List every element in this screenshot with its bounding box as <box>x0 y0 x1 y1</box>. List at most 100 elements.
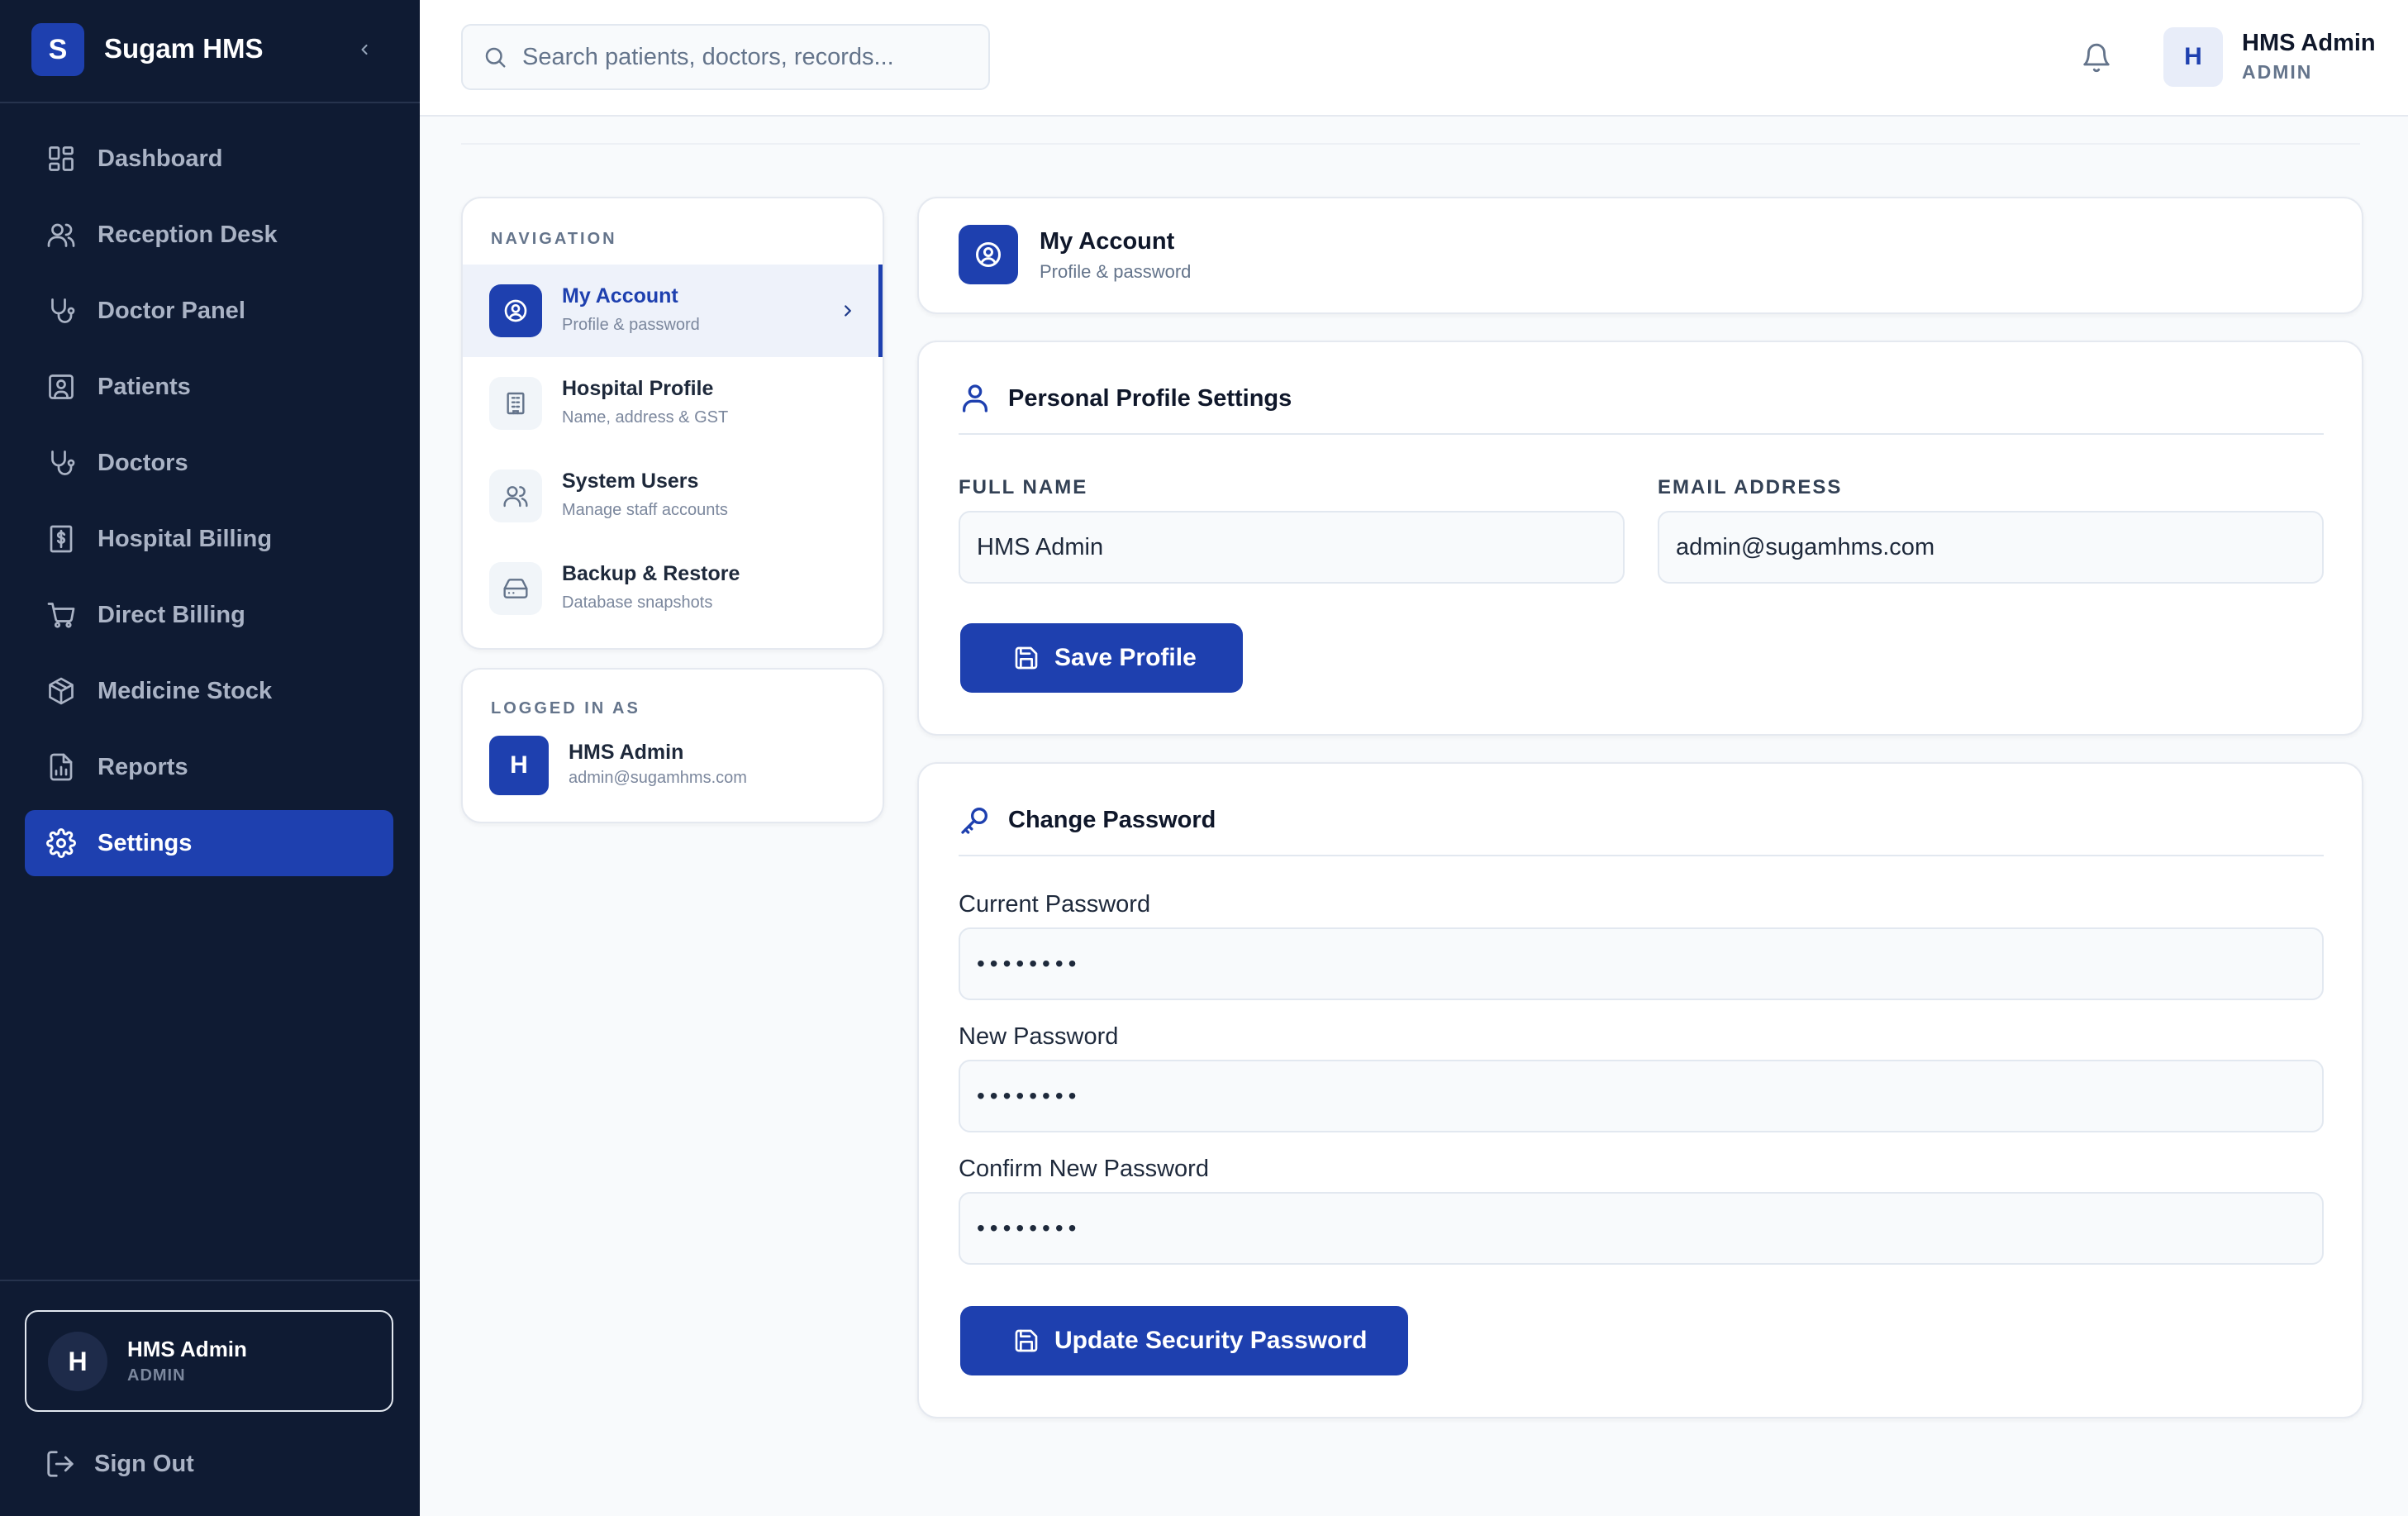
email-address-label: EMAIL ADDRESS <box>1658 476 1843 498</box>
brand-header: S Sugam HMS <box>0 0 420 103</box>
logged-in-email: admin@sugamhms.com <box>569 769 747 787</box>
receipt-icon <box>45 522 78 555</box>
full-name-field[interactable] <box>959 511 1625 584</box>
sidebar-item-label: Doctors <box>98 449 188 476</box>
patient-icon <box>45 370 78 403</box>
settings-nav-subtitle: Manage staff accounts <box>562 501 728 519</box>
user-circle-icon <box>959 225 1018 284</box>
sidebar-item-patients[interactable]: Patients <box>25 354 393 420</box>
email-field[interactable] <box>1658 511 2324 584</box>
brand-logo: S <box>31 23 84 76</box>
sidebar-item-label: Patients <box>98 373 191 400</box>
settings-nav-section-label: NAVIGATION <box>491 230 617 248</box>
hard-drive-icon <box>489 562 542 615</box>
settings-nav-title: Hospital Profile <box>562 377 714 400</box>
logged-in-name: HMS Admin <box>569 741 684 764</box>
user-icon <box>963 384 987 412</box>
sidebar-user-name: HMS Admin <box>127 1337 247 1361</box>
settings-nav-hospital-profile[interactable]: Hospital Profile Name, address & GST <box>463 357 883 450</box>
settings-nav-subtitle: Profile & password <box>562 316 700 334</box>
divider <box>959 433 2324 435</box>
sidebar-item-direct-billing[interactable]: Direct Billing <box>25 582 393 648</box>
building-icon <box>489 377 542 430</box>
change-password-card: Change Password Current Password New Pas… <box>917 762 2363 1418</box>
sidebar-user-card[interactable]: H HMS Admin ADMIN <box>25 1310 393 1412</box>
profile-settings-card: Personal Profile Settings FULL NAME EMAI… <box>917 341 2363 736</box>
search-icon <box>485 47 506 68</box>
sidebar-item-label: Medicine Stock <box>98 677 273 704</box>
bell-icon <box>2083 43 2110 73</box>
sidebar-user-role: ADMIN <box>127 1366 186 1385</box>
sidebar-item-reception-desk[interactable]: Reception Desk <box>25 202 393 268</box>
current-password-field[interactable] <box>959 927 2324 1000</box>
sidebar-item-label: Direct Billing <box>98 601 245 628</box>
chevron-right-icon <box>833 296 863 326</box>
report-icon <box>45 751 78 784</box>
sign-out-label: Sign Out <box>94 1450 194 1477</box>
avatar: H <box>48 1332 107 1391</box>
search-input[interactable] <box>522 43 985 71</box>
settings-nav-title: Backup & Restore <box>562 562 740 585</box>
brand-name: Sugam HMS <box>104 33 264 64</box>
stethoscope-icon <box>45 294 78 327</box>
cart-icon <box>45 598 78 632</box>
sidebar-item-label: Dashboard <box>98 145 223 172</box>
page-subtitle: Profile & password <box>1040 261 1192 282</box>
avatar[interactable]: H <box>2163 27 2223 87</box>
log-out-icon <box>47 1451 74 1477</box>
notifications-button[interactable] <box>2077 38 2116 78</box>
sidebar-item-label: Reception Desk <box>98 221 278 248</box>
gear-icon <box>45 827 78 860</box>
sidebar-item-label: Settings <box>98 829 193 856</box>
sidebar: S Sugam HMS Dashboard Reception Desk Doc… <box>0 0 420 1516</box>
account-header-card: My Account Profile & password <box>917 197 2363 314</box>
users-icon <box>489 470 542 522</box>
sidebar-item-doctor-panel[interactable]: Doctor Panel <box>25 278 393 344</box>
logged-in-label: LOGGED IN AS <box>491 699 640 717</box>
password-card-header: Change Password <box>959 803 1216 837</box>
sidebar-item-settings[interactable]: Settings <box>25 810 393 876</box>
full-name-label: FULL NAME <box>959 476 1088 498</box>
settings-nav-title: My Account <box>562 284 678 307</box>
confirm-password-label: Confirm New Password <box>959 1156 1209 1182</box>
update-password-label: Update Security Password <box>1054 1327 1368 1354</box>
settings-nav-system-users[interactable]: System Users Manage staff accounts <box>463 450 883 542</box>
topbar-user-role: ADMIN <box>2242 61 2313 83</box>
settings-nav-backup-restore[interactable]: Backup & Restore Database snapshots <box>463 542 883 635</box>
sidebar-item-label: Hospital Billing <box>98 525 273 552</box>
save-profile-label: Save Profile <box>1054 644 1197 671</box>
sidebar-item-reports[interactable]: Reports <box>25 734 393 800</box>
divider <box>959 855 2324 856</box>
settings-nav-subtitle: Database snapshots <box>562 594 713 612</box>
update-password-button[interactable]: Update Security Password <box>960 1306 1408 1375</box>
key-icon <box>961 808 987 834</box>
logged-in-card: LOGGED IN AS H HMS Admin admin@sugamhms.… <box>461 668 884 823</box>
save-profile-button[interactable]: Save Profile <box>960 623 1243 693</box>
stethoscope-icon <box>45 446 78 479</box>
save-icon <box>1015 1329 1038 1352</box>
profile-card-title: Personal Profile Settings <box>1008 384 1292 412</box>
sidebar-item-dashboard[interactable]: Dashboard <box>25 126 393 192</box>
confirm-password-field[interactable] <box>959 1192 2324 1265</box>
current-password-label: Current Password <box>959 891 1151 918</box>
new-password-field[interactable] <box>959 1060 2324 1132</box>
topbar: H HMS Admin ADMIN <box>420 0 2408 117</box>
content-divider <box>461 143 2360 145</box>
settings-nav-title: System Users <box>562 470 699 493</box>
sidebar-divider <box>0 1280 420 1281</box>
collapse-sidebar-button[interactable] <box>350 33 378 66</box>
sidebar-item-doctors[interactable]: Doctors <box>25 430 393 496</box>
settings-nav-my-account[interactable]: My Account Profile & password <box>463 265 883 357</box>
sidebar-nav: Dashboard Reception Desk Doctor Panel Pa… <box>25 126 393 886</box>
sign-out-button[interactable]: Sign Out <box>45 1448 194 1480</box>
settings-nav-subtitle: Name, address & GST <box>562 408 729 427</box>
topbar-user-name: HMS Admin <box>2242 30 2376 56</box>
chevron-left-icon <box>361 44 368 55</box>
avatar: H <box>489 736 549 795</box>
user-circle-icon <box>489 284 542 337</box>
sidebar-item-medicine-stock[interactable]: Medicine Stock <box>25 658 393 724</box>
password-card-title: Change Password <box>1008 806 1216 833</box>
sidebar-item-label: Doctor Panel <box>98 297 245 324</box>
sidebar-item-hospital-billing[interactable]: Hospital Billing <box>25 506 393 572</box>
search-box[interactable] <box>461 24 990 90</box>
